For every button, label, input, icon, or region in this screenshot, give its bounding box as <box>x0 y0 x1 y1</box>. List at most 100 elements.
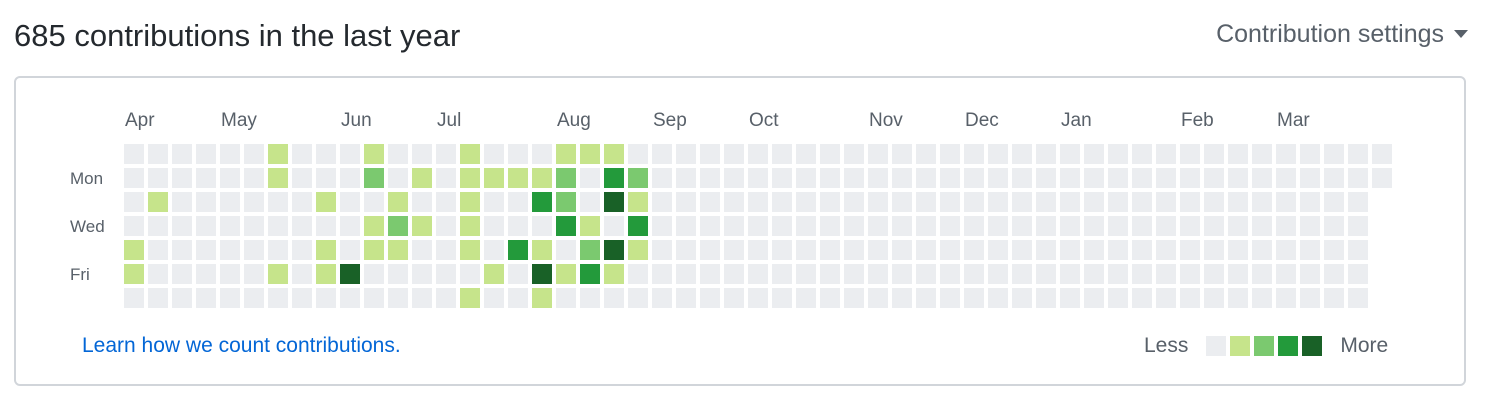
day-cell[interactable] <box>988 168 1008 188</box>
day-cell[interactable] <box>1156 168 1176 188</box>
day-cell[interactable] <box>724 240 744 260</box>
day-cell[interactable] <box>388 216 408 236</box>
day-cell[interactable] <box>676 168 696 188</box>
day-cell[interactable] <box>1372 168 1392 188</box>
day-cell[interactable] <box>532 144 552 164</box>
day-cell[interactable] <box>748 144 768 164</box>
day-cell[interactable] <box>196 144 216 164</box>
day-cell[interactable] <box>460 288 480 308</box>
day-cell[interactable] <box>1012 144 1032 164</box>
day-cell[interactable] <box>508 264 528 284</box>
day-cell[interactable] <box>1012 168 1032 188</box>
day-cell[interactable] <box>1108 240 1128 260</box>
day-cell[interactable] <box>220 144 240 164</box>
day-cell[interactable] <box>1132 240 1152 260</box>
day-cell[interactable] <box>820 240 840 260</box>
day-cell[interactable] <box>820 288 840 308</box>
day-cell[interactable] <box>484 240 504 260</box>
day-cell[interactable] <box>940 168 960 188</box>
day-cell[interactable] <box>244 144 264 164</box>
day-cell[interactable] <box>1036 216 1056 236</box>
day-cell[interactable] <box>1156 216 1176 236</box>
day-cell[interactable] <box>196 168 216 188</box>
day-cell[interactable] <box>412 192 432 212</box>
day-cell[interactable] <box>532 240 552 260</box>
day-cell[interactable] <box>340 216 360 236</box>
day-cell[interactable] <box>1300 240 1320 260</box>
day-cell[interactable] <box>1156 264 1176 284</box>
day-cell[interactable] <box>916 240 936 260</box>
day-cell[interactable] <box>532 288 552 308</box>
day-cell[interactable] <box>1012 216 1032 236</box>
day-cell[interactable] <box>340 240 360 260</box>
day-cell[interactable] <box>628 240 648 260</box>
day-cell[interactable] <box>1180 264 1200 284</box>
day-cell[interactable] <box>124 192 144 212</box>
day-cell[interactable] <box>796 168 816 188</box>
day-cell[interactable] <box>820 192 840 212</box>
day-cell[interactable] <box>1348 216 1368 236</box>
day-cell[interactable] <box>1348 192 1368 212</box>
day-cell[interactable] <box>340 144 360 164</box>
day-cell[interactable] <box>1204 144 1224 164</box>
day-cell[interactable] <box>436 240 456 260</box>
day-cell[interactable] <box>796 216 816 236</box>
day-cell[interactable] <box>724 264 744 284</box>
day-cell[interactable] <box>268 168 288 188</box>
day-cell[interactable] <box>460 264 480 284</box>
day-cell[interactable] <box>724 288 744 308</box>
day-cell[interactable] <box>748 192 768 212</box>
day-cell[interactable] <box>148 192 168 212</box>
day-cell[interactable] <box>1132 264 1152 284</box>
day-cell[interactable] <box>220 168 240 188</box>
day-cell[interactable] <box>172 240 192 260</box>
day-cell[interactable] <box>748 168 768 188</box>
day-cell[interactable] <box>628 144 648 164</box>
day-cell[interactable] <box>1324 240 1344 260</box>
day-cell[interactable] <box>844 264 864 284</box>
day-cell[interactable] <box>1108 168 1128 188</box>
day-cell[interactable] <box>1060 264 1080 284</box>
day-cell[interactable] <box>316 288 336 308</box>
day-cell[interactable] <box>1180 144 1200 164</box>
day-cell[interactable] <box>1132 192 1152 212</box>
day-cell[interactable] <box>604 288 624 308</box>
day-cell[interactable] <box>172 168 192 188</box>
day-cell[interactable] <box>916 192 936 212</box>
day-cell[interactable] <box>988 264 1008 284</box>
day-cell[interactable] <box>1180 288 1200 308</box>
day-cell[interactable] <box>1324 144 1344 164</box>
day-cell[interactable] <box>436 168 456 188</box>
day-cell[interactable] <box>868 288 888 308</box>
day-cell[interactable] <box>628 264 648 284</box>
day-cell[interactable] <box>820 168 840 188</box>
day-cell[interactable] <box>940 192 960 212</box>
day-cell[interactable] <box>1036 264 1056 284</box>
day-cell[interactable] <box>1204 168 1224 188</box>
day-cell[interactable] <box>1276 144 1296 164</box>
day-cell[interactable] <box>388 168 408 188</box>
day-cell[interactable] <box>268 240 288 260</box>
contribution-settings-dropdown[interactable]: Contribution settings <box>1216 14 1468 54</box>
day-cell[interactable] <box>652 192 672 212</box>
day-cell[interactable] <box>1348 240 1368 260</box>
day-cell[interactable] <box>652 216 672 236</box>
day-cell[interactable] <box>484 168 504 188</box>
day-cell[interactable] <box>1252 168 1272 188</box>
day-cell[interactable] <box>1228 216 1248 236</box>
day-cell[interactable] <box>940 240 960 260</box>
day-cell[interactable] <box>244 264 264 284</box>
day-cell[interactable] <box>700 240 720 260</box>
day-cell[interactable] <box>196 264 216 284</box>
day-cell[interactable] <box>1156 192 1176 212</box>
day-cell[interactable] <box>964 240 984 260</box>
day-cell[interactable] <box>556 192 576 212</box>
day-cell[interactable] <box>268 144 288 164</box>
day-cell[interactable] <box>148 288 168 308</box>
day-cell[interactable] <box>172 288 192 308</box>
day-cell[interactable] <box>508 144 528 164</box>
day-cell[interactable] <box>1180 240 1200 260</box>
day-cell[interactable] <box>796 144 816 164</box>
day-cell[interactable] <box>340 264 360 284</box>
day-cell[interactable] <box>988 288 1008 308</box>
